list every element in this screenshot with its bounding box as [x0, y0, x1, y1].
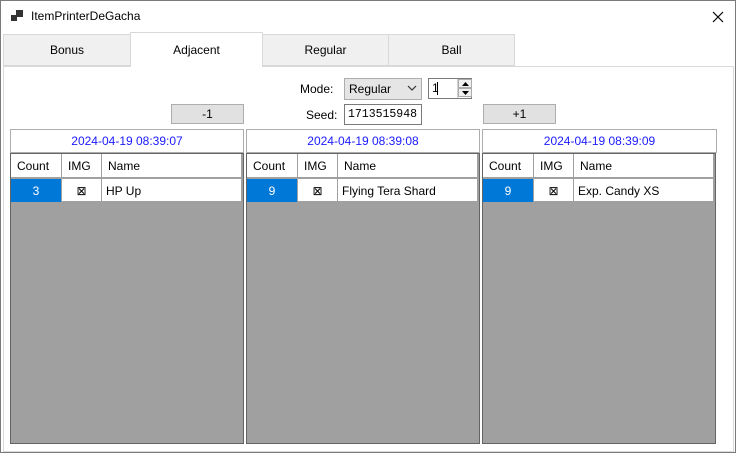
tab-ball[interactable]: Ball	[388, 34, 515, 66]
arrow-up-icon	[461, 81, 469, 86]
column-header-img[interactable]: IMG	[298, 154, 338, 178]
column-header-count[interactable]: Count	[247, 154, 298, 178]
stepper-down-button[interactable]	[458, 88, 472, 97]
column-header-count[interactable]: Count	[483, 154, 534, 178]
cell-count[interactable]: 3	[11, 179, 62, 202]
timestamp-prev: 2024-04-19 08:39:07	[10, 129, 244, 153]
mode-select[interactable]: Regular	[344, 78, 422, 100]
column-header-img[interactable]: IMG	[534, 154, 574, 178]
title-bar[interactable]: ItemPrinterDeGacha	[1, 1, 735, 32]
cell-name[interactable]: Flying Tera Shard	[338, 179, 478, 202]
close-button[interactable]	[701, 1, 735, 32]
minus-one-button[interactable]: -1	[171, 104, 244, 124]
timestamp-current: 2024-04-19 08:39:08	[246, 129, 480, 153]
column-header-name[interactable]: Name	[338, 154, 478, 178]
cell-count[interactable]: 9	[247, 179, 298, 202]
timestamp-next: 2024-04-19 08:39:09	[482, 129, 717, 153]
results-grid-current[interactable]: Count IMG Name 9 ⊠ Flying Tera Shard	[246, 153, 480, 444]
item-image-icon[interactable]: ⊠	[298, 179, 338, 202]
app-window: ItemPrinterDeGacha Bonus Adjacent Regula…	[0, 0, 736, 453]
tab-bonus[interactable]: Bonus	[3, 34, 131, 66]
arrow-down-icon	[461, 90, 469, 95]
plus-one-button[interactable]: +1	[483, 104, 556, 124]
seed-input[interactable]: 1713515948	[344, 104, 422, 125]
count-stepper[interactable]: 1	[428, 78, 472, 99]
cell-name[interactable]: HP Up	[102, 179, 242, 202]
column-header-count[interactable]: Count	[11, 154, 62, 178]
window-title: ItemPrinterDeGacha	[31, 9, 141, 23]
tab-regular[interactable]: Regular	[262, 34, 389, 66]
grid-header: Count IMG Name	[483, 154, 714, 178]
table-row[interactable]: 9 ⊠ Exp. Candy XS	[483, 179, 714, 202]
column-header-img[interactable]: IMG	[62, 154, 102, 178]
stepper-buttons	[457, 79, 472, 98]
chevron-down-icon	[407, 85, 417, 91]
tab-adjacent[interactable]: Adjacent	[130, 32, 263, 67]
mode-select-value: Regular	[349, 82, 392, 96]
tab-strip: Bonus Adjacent Regular Ball	[3, 32, 735, 67]
column-header-name[interactable]: Name	[102, 154, 242, 178]
column-header-name[interactable]: Name	[574, 154, 714, 178]
stepper-up-button[interactable]	[458, 79, 472, 88]
cell-name[interactable]: Exp. Candy XS	[574, 179, 714, 202]
app-icon	[11, 10, 23, 22]
table-row[interactable]: 9 ⊠ Flying Tera Shard	[247, 179, 478, 202]
cell-count[interactable]: 9	[483, 179, 534, 202]
seed-label: Seed:	[306, 108, 338, 122]
results-grid-next[interactable]: Count IMG Name 9 ⊠ Exp. Candy XS	[482, 153, 716, 444]
table-row[interactable]: 3 ⊠ HP Up	[11, 179, 242, 202]
results-grid-prev[interactable]: Count IMG Name 3 ⊠ HP Up	[10, 153, 244, 444]
text-caret	[437, 82, 438, 95]
close-icon	[712, 11, 724, 22]
item-image-icon[interactable]: ⊠	[534, 179, 574, 202]
grid-header: Count IMG Name	[11, 154, 242, 178]
grid-header: Count IMG Name	[247, 154, 478, 178]
mode-label: Mode:	[300, 82, 334, 96]
item-image-icon[interactable]: ⊠	[62, 179, 102, 202]
